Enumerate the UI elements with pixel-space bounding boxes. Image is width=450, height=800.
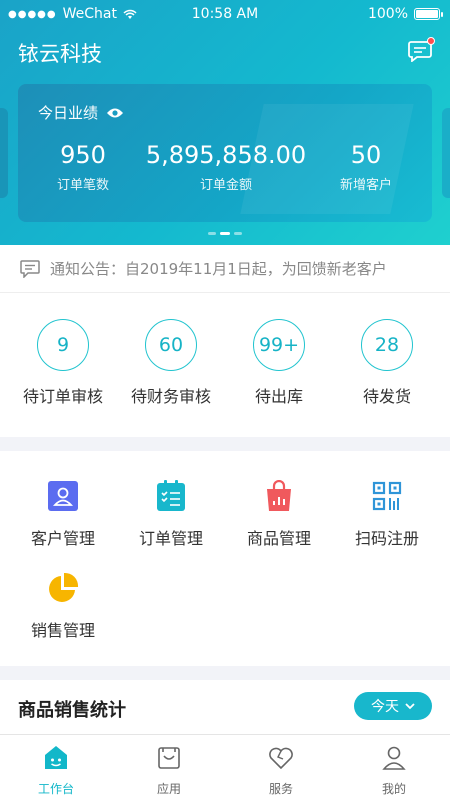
pending-count: 60 [145,319,197,371]
performance-label: 今日业绩 [38,102,124,123]
unread-badge [427,37,435,45]
pending-count: 9 [37,319,89,371]
pending-label: 待财务审核 [130,387,211,406]
stat-amount: 5,895,858.00 订单金额 [136,140,316,193]
pager-dot [234,232,242,235]
qr-code-icon [370,479,404,513]
pending-outbound[interactable]: 99+ 待出库 [224,319,334,407]
carousel-indicator [0,232,450,235]
func-order-management[interactable]: 订单管理 [116,479,226,549]
battery-icon [414,8,443,20]
func-label: 订单管理 [138,529,203,548]
tab-service[interactable]: 服务 [241,745,321,797]
pending-finance-review[interactable]: 60 待财务审核 [116,319,226,407]
tab-workbench[interactable]: 工作台 [16,745,96,797]
tab-label: 工作台 [37,782,74,796]
pending-label: 待订单审核 [22,387,103,406]
status-right: 100% [367,6,443,22]
order-icon [154,479,188,513]
func-customer-management[interactable]: 客户管理 [8,479,118,549]
stat-value: 5,895,858.00 [145,141,307,169]
tab-bar: 工作台 应用 服务 我的 [0,734,450,800]
func-label: 客户管理 [30,529,95,548]
pager-dot [208,232,216,235]
tab-label: 应用 [156,782,181,796]
chevron-down-icon [405,702,415,709]
battery-percent: 100% [367,6,408,22]
sales-stats-header: 商品销售统计 今天 [0,680,450,734]
stat-label: 订单金额 [199,178,252,193]
performance-card[interactable]: 今日业绩 950 订单笔数 5,895,858.00 订单金额 50 新增客户 [18,84,432,222]
notice-text: 通知公告：自2019年11月1日起，为回馈新老客户 [50,260,387,278]
carousel-prev-peek[interactable] [0,108,8,198]
stat-label: 订单笔数 [56,178,109,193]
func-scan-register[interactable]: 扫码注册 [332,479,442,549]
pie-chart-icon [46,571,80,605]
apps-icon [158,747,180,769]
date-range-label: 今天 [371,699,399,715]
status-bar: ●●●●● WeChat 10:58 AM 100% [0,0,450,28]
pending-shipment[interactable]: 28 待发货 [332,319,442,407]
function-grid: 客户管理 订单管理 商品管理 扫码注册 销售管理 [0,451,450,666]
eye-icon[interactable] [106,107,124,119]
goods-bag-icon [262,479,296,513]
workbench-icon [45,746,67,769]
overview-section: 通知公告：自2019年11月1日起，为回馈新老客户 9 待订单审核 60 待财务… [0,245,450,437]
pending-label: 待出库 [254,387,303,406]
carousel-next-peek[interactable] [442,108,450,198]
stat-new-customers: 50 新增客户 [316,140,416,193]
func-goods-management[interactable]: 商品管理 [224,479,334,549]
pending-count: 28 [361,319,413,371]
stat-value: 950 [60,141,106,169]
pending-order-review[interactable]: 9 待订单审核 [8,319,118,407]
func-label: 扫码注册 [354,529,419,548]
pager-dot-active [220,232,230,235]
tab-apps[interactable]: 应用 [129,745,209,797]
customer-icon [46,479,80,513]
pending-label: 待发货 [362,387,411,406]
profile-icon [382,746,406,770]
pending-count: 99+ [253,319,305,371]
func-label: 销售管理 [30,621,95,640]
tab-label: 服务 [268,782,293,796]
date-range-dropdown[interactable]: 今天 [354,692,432,720]
app-title: 铱云科技 [18,42,102,66]
stat-orders: 950 订单笔数 [30,140,136,193]
sales-stats-title: 商品销售统计 [18,700,126,721]
stat-value: 50 [350,141,382,169]
func-sales-management[interactable]: 销售管理 [8,571,118,641]
tab-label: 我的 [381,782,406,796]
message-button[interactable] [408,37,435,63]
tab-profile[interactable]: 我的 [354,745,434,797]
notice-bar[interactable]: 通知公告：自2019年11月1日起，为回馈新老客户 [0,245,450,293]
service-heart-icon [269,747,293,770]
performance-label-text: 今日业绩 [38,104,99,122]
stat-label: 新增客户 [339,178,392,193]
notice-icon [20,259,40,278]
func-label: 商品管理 [246,529,311,548]
